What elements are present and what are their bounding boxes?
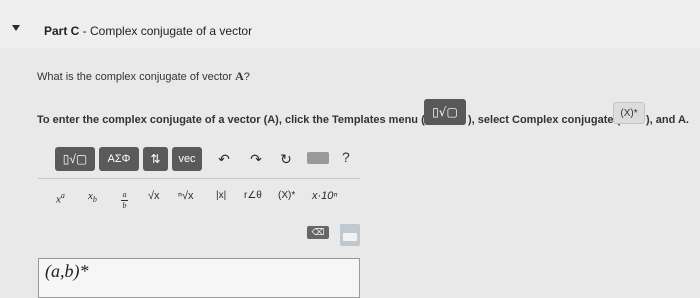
instructions-part3: ), and A. [646,114,689,126]
delete-button[interactable]: ⌫ [307,226,329,239]
complex-conjugate-template[interactable]: (X)* [278,188,295,204]
question-body: What is the complex conjugate of vector [37,71,236,83]
toolbar-divider [38,178,360,179]
templates-menu-icon: ▯√▢ [424,99,466,125]
scientific-notation-template[interactable]: x·10ⁿ [312,188,337,204]
answer-value: (a,b)* [45,261,89,281]
sqrt-template[interactable]: √x [148,188,160,204]
question-text: What is the complex conjugate of vector … [37,69,250,84]
templates-menu-icon-glyph: ▯√▢ [432,105,458,119]
greek-button-label: ΑΣΦ [107,153,131,165]
instructions-part2: ), select Complex conjugate ( [468,114,621,126]
superscript-exp: a [60,191,65,200]
complex-conjugate-icon: (X)* [613,102,645,124]
vec-button[interactable]: vec [172,147,202,171]
subscript-template[interactable]: xb [88,188,97,208]
help-icon[interactable]: ? [342,149,350,165]
vector-symbol: A [235,69,244,83]
part-separator: - [79,24,91,38]
nth-root-template[interactable]: ⁿ√x [178,188,194,204]
keyboard-toggle-button[interactable] [340,224,360,246]
part-title: Part C - Complex conjugate of a vector [44,24,252,38]
subscript-idx: b [92,195,97,205]
question-suffix: ? [243,71,250,83]
absolute-value-template[interactable]: |x| [216,188,226,204]
keyboard-shortcuts-icon[interactable] [307,152,329,164]
delete-icon: ⌫ [311,227,325,237]
superscript-template[interactable]: xa [56,188,65,208]
fraction-template[interactable]: ab [121,186,128,210]
arrows-button[interactable]: ⇅ [143,147,168,171]
keyboard-icon [343,233,357,241]
undo-icon[interactable]: ↶ [214,150,234,168]
answer-input[interactable]: (a,b)* [38,258,360,298]
redo-icon[interactable]: ↷ [246,150,266,168]
polar-template[interactable]: r∠θ [244,188,262,204]
vec-button-label: vec [178,153,196,165]
templates-button[interactable]: ▯√▢ [55,147,95,171]
collapse-arrow-icon[interactable] [12,25,20,31]
part-label: Part C [44,24,80,38]
fraction-numerator: a [122,190,127,199]
fraction-denominator: b [122,201,127,210]
reset-icon[interactable]: ↻ [276,150,296,168]
instructions-part1: To enter the complex conjugate of a vect… [37,114,425,126]
arrows-button-label: ⇅ [150,152,161,166]
templates-button-label: ▯√▢ [62,152,88,166]
part-title-text: Complex conjugate of a vector [90,24,253,38]
greek-button[interactable]: ΑΣΦ [99,147,139,171]
complex-conjugate-icon-glyph: (X)* [620,107,638,119]
